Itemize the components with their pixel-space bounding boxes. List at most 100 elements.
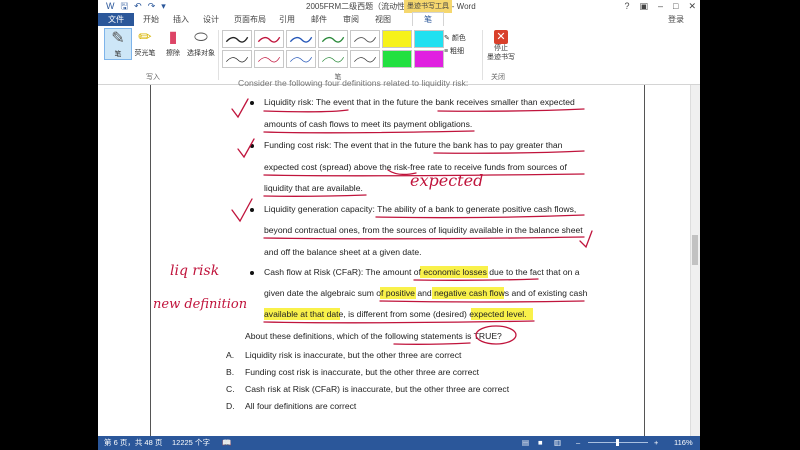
underline (263, 194, 367, 197)
pen-style-red-thin[interactable] (254, 50, 284, 68)
pen-style-blue-thin[interactable] (286, 50, 316, 68)
print-layout-icon[interactable]: ■ (538, 436, 543, 450)
doc-line: available at that date, is different fro… (264, 309, 527, 319)
minimize-icon[interactable]: – (658, 0, 663, 12)
underline (375, 214, 585, 219)
handwritten-note: expected (410, 171, 484, 190)
help-icon[interactable]: ? (624, 0, 629, 12)
zoom-out-icon[interactable]: – (576, 436, 580, 450)
highlighter-style-yellow[interactable] (382, 30, 412, 48)
select-objects-button[interactable]: ⬭ 选择对象 (187, 28, 215, 58)
option-text: Funding cost risk is inaccurate, but the… (245, 367, 480, 377)
page-right-edge (644, 85, 645, 436)
doc-line: Cash flow at Risk (CFaR): The amount of … (264, 267, 580, 277)
quick-access-toolbar: W 🖫 ↶ ↷ ▾ (106, 1, 166, 12)
word-count[interactable]: 12225 个字 (172, 436, 210, 450)
pen-style-green[interactable] (318, 30, 348, 48)
color-icon: ✎ (444, 35, 452, 42)
tab-home[interactable]: 开始 (138, 13, 164, 26)
doc-line: liquidity that are available. (264, 183, 363, 193)
bullet (250, 101, 254, 105)
doc-line-intro: Consider the following four definitions … (238, 78, 469, 88)
handwritten-note: new definition (153, 297, 248, 312)
doc-line: given date the algebraic sum of positive… (264, 288, 588, 298)
zoom-in-icon[interactable]: + (654, 436, 658, 450)
tab-file[interactable]: 文件 (98, 13, 134, 26)
write-group-label: 写入 (146, 74, 160, 81)
tab-pen[interactable]: 笔 (412, 12, 444, 27)
tab-view[interactable]: 视图 (370, 13, 396, 26)
underline (413, 278, 539, 281)
window-controls: ? ▣ – □ ✕ (624, 0, 696, 12)
bullet (250, 271, 254, 275)
doc-line: Liquidity risk: The event that in the fu… (264, 97, 575, 107)
underline (437, 108, 585, 112)
option-text: Liquidity risk is inaccurate, but the ot… (245, 350, 462, 360)
pen-style-black-thin[interactable] (222, 50, 252, 68)
word-window: W 🖫 ↶ ↷ ▾ 2005FRM二级西题（流动性风险）_周琪 - Word 墨… (98, 0, 700, 450)
tab-review[interactable]: 审阅 (338, 13, 364, 26)
tab-page-layout[interactable]: 页面布局 (230, 13, 270, 26)
pen-options: ✎ 颜色 ≡ 粗细 (444, 32, 466, 58)
close-icon[interactable]: ✕ (688, 0, 696, 12)
page-count[interactable]: 第 6 页，共 48 页 (104, 436, 162, 450)
pen-gallery (222, 30, 444, 68)
ribbon: ✎ 笔 ✏ 荧光笔 ▮ 擦除 ⬭ 选择对象 写入 ✎ 颜色 ≡ 粗细 笔 ✕ 停… (98, 26, 700, 85)
handwritten-note: liq risk (170, 263, 220, 279)
pen-style-dark-thin[interactable] (350, 50, 380, 68)
doc-line: beyond contractual ones, from the source… (264, 225, 583, 235)
vertical-scrollbar[interactable] (690, 85, 700, 436)
scrollbar-thumb[interactable] (692, 235, 698, 265)
eraser-button[interactable]: ▮ 擦除 (160, 28, 186, 58)
check-mark (237, 138, 255, 159)
tab-mailings[interactable]: 邮件 (306, 13, 332, 26)
zoom-slider-knob[interactable] (616, 439, 619, 446)
doc-line: Funding cost risk: The event that in the… (264, 140, 563, 150)
highlighter-button[interactable]: ✏ 荧光笔 (132, 28, 158, 58)
tab-insert[interactable]: 插入 (168, 13, 194, 26)
doc-line: amounts of cash flows to meet its paymen… (264, 119, 473, 129)
stop-inking-button[interactable]: ✕ 停止 墨迹书写 (484, 30, 518, 62)
check-mark (231, 198, 253, 223)
status-bar: 第 6 页，共 48 页 12225 个字 📖 ▤ ■ ▥ – + 116% (98, 436, 700, 450)
tab-design[interactable]: 设计 (198, 13, 224, 26)
redo-icon[interactable]: ↷ (148, 1, 156, 12)
highlighter-style-magenta[interactable] (414, 50, 444, 68)
underline (263, 109, 349, 113)
pen-style-gray[interactable] (350, 30, 380, 48)
restore-icon[interactable]: □ (673, 0, 678, 12)
bullet (250, 208, 254, 212)
eraser-icon: ▮ (168, 29, 178, 46)
close-group-label: 关闭 (491, 74, 505, 81)
zoom-level[interactable]: 116% (674, 436, 693, 450)
option-text: Cash risk at Risk (CFaR) is inaccurate, … (245, 384, 510, 394)
login-link[interactable]: 登录 (668, 13, 684, 26)
document-area[interactable]: Consider the following four definitions … (98, 78, 700, 436)
pen-style-blue[interactable] (286, 30, 316, 48)
underline (263, 130, 475, 134)
highlighter-style-cyan[interactable] (414, 30, 444, 48)
tab-references[interactable]: 引用 (274, 13, 300, 26)
pen-style-green-thin[interactable] (318, 50, 348, 68)
pen-style-black[interactable] (222, 30, 252, 48)
proofing-icon[interactable]: 📖 (222, 436, 231, 450)
underline (379, 300, 585, 303)
save-icon[interactable]: 🖫 (121, 1, 129, 12)
highlighter-style-green[interactable] (382, 50, 412, 68)
option-letter: C. (226, 384, 235, 394)
option-letter: D. (226, 401, 235, 411)
read-mode-icon[interactable]: ▤ (522, 436, 529, 450)
thickness-dropdown[interactable]: ≡ 粗细 (444, 45, 466, 58)
web-layout-icon[interactable]: ▥ (554, 436, 561, 450)
ribbon-display-icon[interactable]: ▣ (639, 0, 648, 12)
doc-line: Liquidity generation capacity: The abili… (264, 204, 577, 214)
customize-icon[interactable]: ▾ (161, 1, 166, 12)
question-line: About these definitions, which of the fo… (245, 331, 502, 341)
highlighter-icon: ✏ (138, 29, 152, 46)
pen-icon: ✎ (111, 30, 125, 47)
underline (433, 150, 585, 154)
pen-style-red[interactable] (254, 30, 284, 48)
color-dropdown[interactable]: ✎ 颜色 (444, 32, 466, 45)
undo-icon[interactable]: ↶ (134, 1, 142, 12)
group-divider (482, 30, 483, 80)
